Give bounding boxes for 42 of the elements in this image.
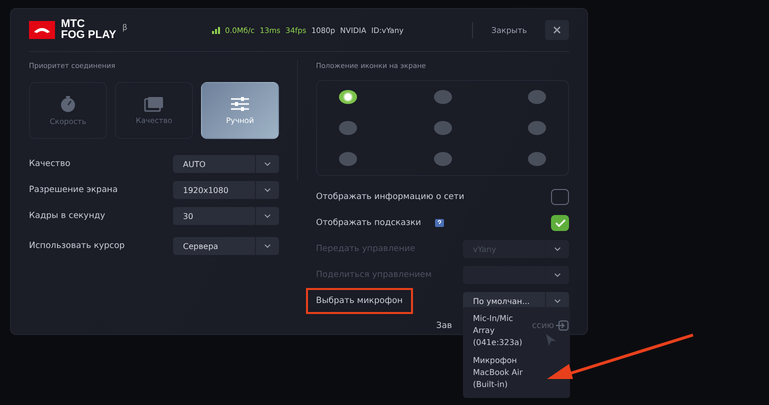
select-field[interactable]: AUTO xyxy=(173,155,279,173)
position-dot[interactable] xyxy=(339,120,357,135)
sliders-icon xyxy=(230,96,250,112)
screens-icon xyxy=(144,96,164,112)
select-field[interactable]: 30 xyxy=(173,207,279,225)
position-dot[interactable] xyxy=(434,90,452,104)
close-button[interactable]: Закрыть xyxy=(481,22,537,38)
setting-label: Использовать курсор xyxy=(29,241,125,251)
option-label: Отображать информацию о сети xyxy=(315,191,466,204)
checkbox[interactable] xyxy=(551,189,569,205)
option-label: Выбрать микрофон xyxy=(306,288,413,314)
select-field[interactable] xyxy=(463,266,569,284)
setting-label: Разрешение экрана xyxy=(29,185,118,195)
position-dot[interactable] xyxy=(528,152,546,166)
speedometer-icon xyxy=(59,95,77,113)
option-label: Отображать подсказки xyxy=(315,217,422,230)
phone-logo-icon xyxy=(29,21,55,39)
menu-item[interactable]: Микрофон MacBook Air (Built-in) xyxy=(473,355,529,391)
option-label: Поделиться управлением xyxy=(315,269,433,282)
logo-text: FOG PLAY xyxy=(61,30,116,41)
select-field[interactable]: Сервера xyxy=(173,237,279,255)
position-dot[interactable] xyxy=(339,90,357,104)
position-dot[interactable] xyxy=(528,90,546,104)
close-icon[interactable] xyxy=(545,20,569,40)
position-dot[interactable] xyxy=(434,120,452,135)
end-session-text[interactable]: Зав xyxy=(436,320,452,330)
setting-label: Кадры в секунду xyxy=(29,211,106,221)
signal-icon xyxy=(212,26,220,34)
beta-label: β xyxy=(122,23,128,32)
position-dot[interactable] xyxy=(434,152,452,166)
select-field[interactable]: 1920x1080 xyxy=(173,181,279,199)
logo-text: МТС xyxy=(61,19,86,30)
cursor-icon xyxy=(545,333,557,347)
check-icon xyxy=(554,219,566,227)
checkbox[interactable] xyxy=(551,215,569,231)
position-dot[interactable] xyxy=(339,152,357,166)
exit-icon[interactable] xyxy=(556,320,569,331)
setting-label: Качество xyxy=(29,159,70,169)
option-label: Передать управление xyxy=(315,243,416,256)
menu-item[interactable]: Mic-In/Mic Array (041e:323a) xyxy=(473,313,529,349)
position-dot[interactable] xyxy=(528,120,546,135)
help-icon[interactable] xyxy=(435,219,444,227)
